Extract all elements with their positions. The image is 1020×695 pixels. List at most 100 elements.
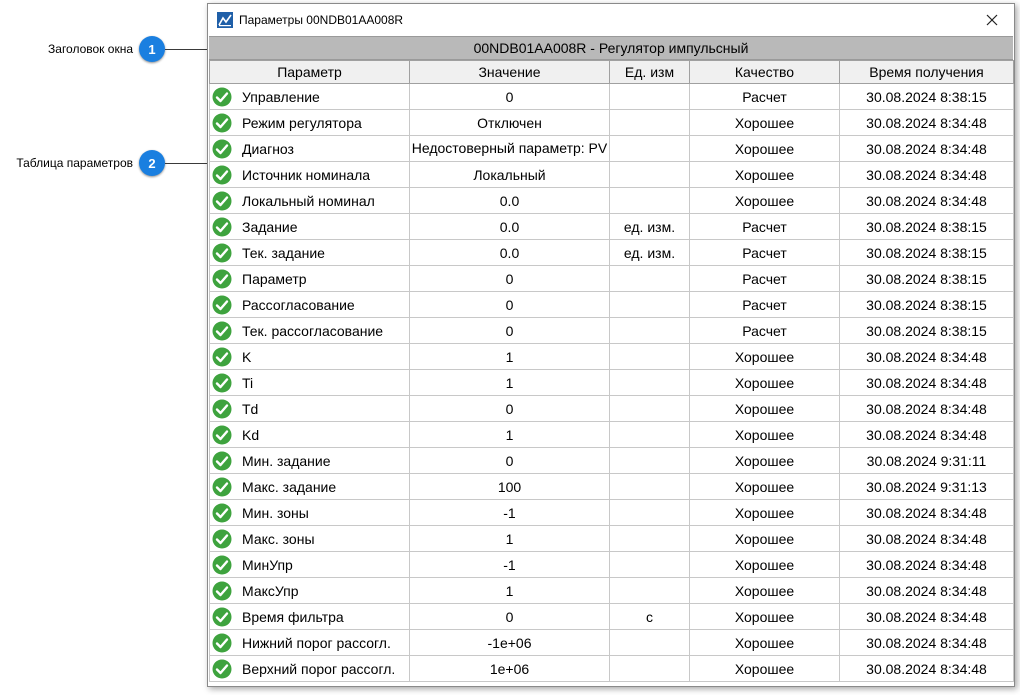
param-unit: с: [646, 608, 653, 625]
table-row[interactable]: Мин. задание 0 Хорошее 30.08.2024 9:31:11: [209, 447, 1014, 474]
param-value-cell: 0: [409, 317, 610, 344]
table-row[interactable]: Режим регулятора Отключен Хорошее 30.08.202…: [209, 109, 1014, 136]
param-quality-cell: Хорошее: [689, 525, 840, 552]
param-time: 30.08.2024 8:38:15: [866, 88, 987, 105]
close-icon: [986, 14, 998, 26]
param-name: Диагноз: [242, 140, 294, 157]
table-row[interactable]: Рассогласование 0 Расчет 30.08.2024 8:38:15: [209, 291, 1014, 318]
param-time-cell: 30.08.2024 8:38:15: [839, 239, 1014, 266]
callout-line-2: [165, 163, 208, 164]
param-quality-cell: Хорошее: [689, 135, 840, 162]
parameters-window: Параметры 00NDB01AA008R 00NDB01AA008R - …: [207, 3, 1015, 687]
param-time: 30.08.2024 8:34:48: [866, 348, 987, 365]
check-circle-icon: [212, 425, 232, 444]
param-name: Мин. зоны: [242, 504, 309, 521]
param-name: Параметр: [242, 270, 307, 287]
param-value-cell: 100: [409, 473, 610, 500]
param-value: 1e+06: [489, 660, 530, 677]
param-name: Верхний порог рассогл.: [242, 660, 396, 677]
table-row[interactable]: Параметр 0 Расчет 30.08.2024 8:38:15: [209, 265, 1014, 292]
close-button[interactable]: [970, 4, 1014, 36]
table-row[interactable]: Тек. задание 0.0 ед. изм. Расчет 30.08.2024 …: [209, 239, 1014, 266]
column-header-quality[interactable]: Качество: [689, 60, 840, 84]
table-row[interactable]: Макс. зоны 1 Хорошее 30.08.2024 8:34:48: [209, 525, 1014, 552]
param-name: Макс. зоны: [242, 530, 315, 547]
table-row[interactable]: Верхний порог рассогл. 1e+06 Хорошее 30.08.…: [209, 655, 1014, 682]
check-circle-icon: [212, 295, 232, 314]
table-row[interactable]: Мин. зоны -1 Хорошее 30.08.2024 8:34:48: [209, 499, 1014, 526]
param-unit-cell: [609, 343, 690, 370]
param-time: 30.08.2024 8:38:15: [866, 270, 987, 287]
window-titlebar[interactable]: Параметры 00NDB01AA008R: [208, 4, 1014, 36]
param-quality-cell: Хорошее: [689, 499, 840, 526]
check-circle-icon: [212, 529, 232, 548]
param-name-cell: Макс. задание: [209, 473, 410, 500]
check-circle-icon: [212, 139, 232, 158]
check-circle-icon: [212, 659, 232, 678]
param-value-cell: 0: [409, 291, 610, 318]
callout-line-1: [165, 49, 208, 50]
param-value-cell: 0: [409, 83, 610, 110]
table-row[interactable]: Локальный номинал 0.0 Хорошее 30.08.2024 8:…: [209, 187, 1014, 214]
param-name: Источник номинала: [242, 166, 371, 183]
param-unit-cell: [609, 135, 690, 162]
param-time: 30.08.2024 8:34:48: [866, 530, 987, 547]
param-unit-cell: [609, 395, 690, 422]
param-quality-cell: Хорошее: [689, 369, 840, 396]
param-value: 1: [505, 348, 514, 365]
param-name: Тек. задание: [242, 244, 325, 261]
param-quality: Расчет: [742, 244, 787, 261]
param-unit-cell: [609, 317, 690, 344]
param-value: -1: [503, 504, 516, 521]
column-header-parameter[interactable]: Параметр: [209, 60, 410, 84]
table-row[interactable]: Источник номинала Локальный Хорошее 30.08.2…: [209, 161, 1014, 188]
param-unit-cell: [609, 265, 690, 292]
param-time: 30.08.2024 8:34:48: [866, 426, 987, 443]
table-row[interactable]: Td 0 Хорошее 30.08.2024 8:34:48: [209, 395, 1014, 422]
column-header-unit[interactable]: Ед. изм: [609, 60, 690, 84]
param-quality-cell: Расчет: [689, 317, 840, 344]
table-row[interactable]: МаксУпр 1 Хорошее 30.08.2024 8:34:48: [209, 577, 1014, 604]
param-name: Мин. задание: [242, 452, 331, 469]
param-time: 30.08.2024 8:34:48: [866, 140, 987, 157]
param-time: 30.08.2024 8:38:15: [866, 296, 987, 313]
param-quality: Расчет: [742, 322, 787, 339]
param-name: Td: [242, 400, 259, 417]
param-quality: Хорошее: [734, 634, 795, 651]
param-value: 1: [505, 374, 514, 391]
param-quality: Хорошее: [734, 140, 795, 157]
param-unit-cell: [609, 551, 690, 578]
table-row[interactable]: Ti 1 Хорошее 30.08.2024 8:34:48: [209, 369, 1014, 396]
param-quality: Хорошее: [734, 348, 795, 365]
param-value-cell: 1: [409, 525, 610, 552]
table-row[interactable]: МинУпр -1 Хорошее 30.08.2024 8:34:48: [209, 551, 1014, 578]
param-value-cell: 0: [409, 447, 610, 474]
param-name-cell: Режим регулятора: [209, 109, 410, 136]
param-quality: Хорошее: [734, 556, 795, 573]
table-row[interactable]: Нижний порог рассогл. -1e+06 Хорошее 30.08.…: [209, 629, 1014, 656]
table-row[interactable]: Время фильтра 0 с Хорошее 30.08.2024 8:34:48: [209, 603, 1014, 630]
param-value: 0.0: [499, 244, 520, 261]
param-name-cell: Время фильтра: [209, 603, 410, 630]
table-row[interactable]: Макс. задание 100 Хорошее 30.08.2024 9:31:1…: [209, 473, 1014, 500]
param-name: Рассогласование: [242, 296, 355, 313]
param-time: 30.08.2024 8:34:48: [866, 504, 987, 521]
table-row[interactable]: Kd 1 Хорошее 30.08.2024 8:34:48: [209, 421, 1014, 448]
param-name-cell: Верхний порог рассогл.: [209, 655, 410, 682]
table-row[interactable]: Управление 0 Расчет 30.08.2024 8:38:15: [209, 83, 1014, 110]
param-time-cell: 30.08.2024 8:34:48: [839, 577, 1014, 604]
param-unit-cell: [609, 369, 690, 396]
table-row[interactable]: Диагноз Недостоверный параметр: PV Хорошее…: [209, 135, 1014, 162]
param-time: 30.08.2024 8:38:15: [866, 322, 987, 339]
table-row[interactable]: Задание 0.0 ед. изм. Расчет 30.08.2024 8:38:…: [209, 213, 1014, 240]
table-row[interactable]: K 1 Хорошее 30.08.2024 8:34:48: [209, 343, 1014, 370]
column-header-value[interactable]: Значение: [409, 60, 610, 84]
param-value-cell: 1: [409, 577, 610, 604]
check-circle-icon: [212, 477, 232, 496]
column-header-time[interactable]: Время получения: [839, 60, 1014, 84]
param-name-cell: Диагноз: [209, 135, 410, 162]
table-row[interactable]: Тек. рассогласование 0 Расчет 30.08.2024 8:…: [209, 317, 1014, 344]
param-unit-cell: [609, 421, 690, 448]
param-value-cell: 0.0: [409, 213, 610, 240]
param-unit-cell: [609, 109, 690, 136]
